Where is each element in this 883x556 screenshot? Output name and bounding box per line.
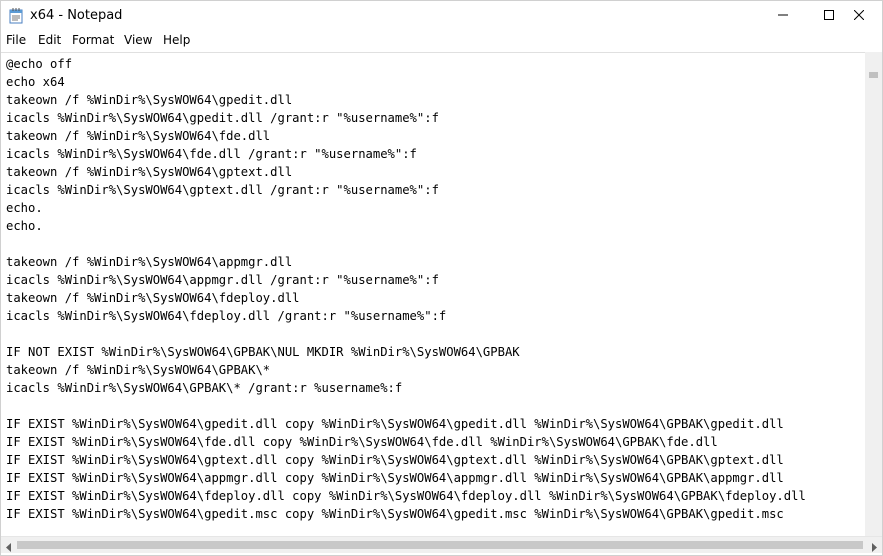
horizontal-scrollbar[interactable] [1,536,882,553]
text-line: echo. [6,201,43,215]
text-editor[interactable]: @echo off echo x64 takeown /f %WinDir%\Sys… [1,52,882,536]
menu-help[interactable]: Help [163,33,190,47]
text-line: @echo off [6,57,73,71]
menu-file[interactable]: File [6,33,26,47]
text-line [6,235,872,253]
text-line: IF EXIST %WinDir%\SysWOW64\gpedit.msc co… [6,507,784,521]
text-line: takeown /f %WinDir%\SysWOW64\GPBAK\* [6,363,271,377]
notepad-icon [9,8,23,24]
text-line: IF NOT EXIST %WinDir%\SysWOW64\GPBAK\NUL… [6,345,520,359]
vertical-scrollbar[interactable] [865,52,882,536]
notepad-window: x64 - Notepad File Edit Format View Help… [0,0,883,556]
title-bar[interactable]: x64 - Notepad [1,1,882,31]
text-line: icacls %WinDir%\SysWOW64\fdeploy.dll /gr… [6,309,447,323]
text-line: IF EXIST %WinDir%\SysWOW64\gpedit.dll co… [6,417,784,431]
text-line: takeown /f %WinDir%\SysWOW64\gpedit.dll [6,93,293,107]
text-line: IF EXIST %WinDir%\SysWOW64\fde.dll copy … [6,435,718,449]
document-text[interactable]: @echo off echo x64 takeown /f %WinDir%\Sys… [6,55,872,535]
text-line: takeown /f %WinDir%\SysWOW64\gptext.dll [6,165,293,179]
menu-format[interactable]: Format [72,33,114,47]
text-line: echo x64 [6,75,65,89]
scroll-right-icon[interactable] [868,540,880,552]
scroll-left-icon[interactable] [3,540,15,552]
vertical-scroll-thumb[interactable] [869,72,878,78]
menu-view[interactable]: View [124,33,152,47]
menu-bar: File Edit Format View Help [1,31,882,51]
text-line: IF EXIST %WinDir%\SysWOW64\fdeploy.dll c… [6,489,806,503]
close-button[interactable] [836,1,882,31]
text-line: IF EXIST %WinDir%\SysWOW64\gptext.dll co… [6,453,784,467]
text-line: takeown /f %WinDir%\SysWOW64\fde.dll [6,129,271,143]
text-line: icacls %WinDir%\SysWOW64\gpedit.dll /gra… [6,111,439,125]
text-line: takeown /f %WinDir%\SysWOW64\appmgr.dll [6,255,293,269]
menu-edit[interactable]: Edit [38,33,61,47]
text-line [6,325,872,343]
minimize-icon [778,7,788,25]
text-line [6,397,872,415]
text-line: echo. [6,219,43,233]
window-title: x64 - Notepad [30,8,123,23]
text-line: IF EXIST %WinDir%\SysWOW64\appmgr.dll co… [6,471,784,485]
text-line: icacls %WinDir%\SysWOW64\appmgr.dll /gra… [6,273,439,287]
text-line: icacls %WinDir%\SysWOW64\GPBAK\* /grant:… [6,381,403,395]
text-line: icacls %WinDir%\SysWOW64\fde.dll /grant:… [6,147,417,161]
maximize-icon [824,7,834,25]
horizontal-scroll-thumb[interactable] [17,541,863,549]
close-icon [853,7,865,25]
text-line: takeown /f %WinDir%\SysWOW64\fdeploy.dll [6,291,300,305]
minimize-button[interactable] [760,1,806,31]
text-line: icacls %WinDir%\SysWOW64\gptext.dll /gra… [6,183,439,197]
